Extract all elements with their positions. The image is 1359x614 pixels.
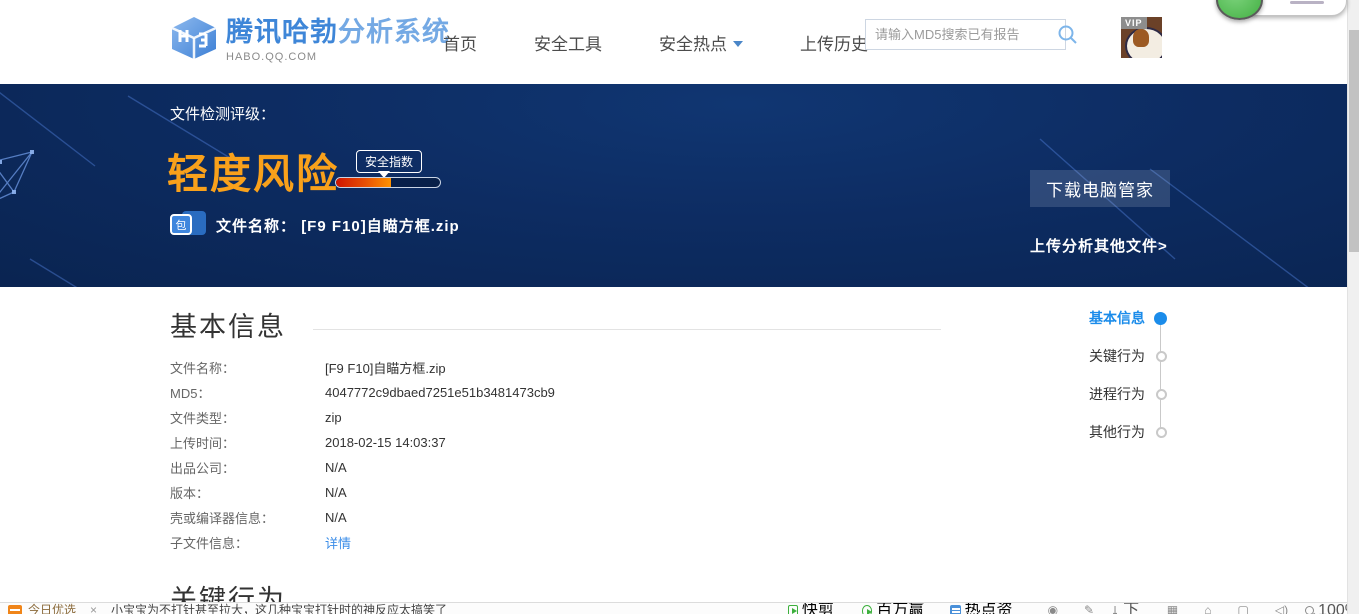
site-domain: HABO.QQ.COM <box>226 51 318 63</box>
browser-bottom-bar: 今日优选 × 小宝宝为不打针甚至拉大，这几种宝宝打针时的神反应太搞笑了 快剪报 … <box>0 602 1359 614</box>
basic-info-title: 基本信息 <box>170 312 286 342</box>
user-avatar[interactable]: VIP <box>1121 17 1162 58</box>
windows-grid-icon[interactable]: ▦ <box>1167 603 1178 614</box>
sidebar-toggle-icon[interactable]: ▢ <box>1238 603 1249 614</box>
site-title: 腾讯哈勃分析系统 <box>226 17 450 47</box>
hero-file-row: 包 文件名称： [F9 F10]自瞄方框.zip <box>170 211 460 239</box>
upload-other-file-link[interactable]: 上传分析其他文件> <box>1030 235 1168 256</box>
zip-file-icon: 包 <box>170 211 206 239</box>
file-name-value: [F9 F10]自瞄方框.zip <box>301 217 460 235</box>
magnifier-icon <box>1305 606 1315 614</box>
scrollbar-thumb[interactable] <box>1349 30 1359 252</box>
md5-search-input[interactable] <box>866 27 1055 42</box>
report-hero: 文件检测评级： 轻度风险 安全指数 包 文件名称： [F9 F10]自瞄方框.z… <box>0 84 1347 287</box>
table-row: 文件名称： [F9 F10]自瞄方框.zip <box>170 361 446 376</box>
section-side-nav: 基本信息 关键行为 进程行为 其他行为 <box>1075 299 1167 451</box>
browser-toolbar: 快剪报 百万赢家 热点资讯 ◉ ✎ ↓下载 ▦ ⌂ ▢ ◁) 100% <box>788 603 1359 614</box>
table-row: MD5： 4047772c9dbaed7251e51b3481473cb9 <box>170 385 555 401</box>
table-row: 出品公司： N/A <box>170 460 347 476</box>
subfile-detail-link[interactable]: 详情 <box>325 533 351 552</box>
logo-text: 腾讯哈勃分析系统 HABO.QQ.COM <box>226 16 450 63</box>
table-row: 文件类型： zip <box>170 410 342 426</box>
home-icon[interactable]: ⌂ <box>1204 603 1211 614</box>
risk-rating-value: 轻度风险 <box>167 151 339 197</box>
basic-info-table: 文件名称： [F9 F10]自瞄方框.zip MD5： 4047772c9dbaed… <box>170 355 555 555</box>
extension-icon[interactable]: ◉ <box>1048 603 1058 614</box>
file-name-label: 文件名称： <box>216 217 297 235</box>
nav-item-home[interactable]: 首页 <box>443 30 477 55</box>
table-row: 上传时间： 2018-02-15 14:03:37 <box>170 435 446 451</box>
security-bar-fill <box>336 178 392 187</box>
table-row: 版本： N/A <box>170 485 347 501</box>
page: 腾讯哈勃分析系统 HABO.QQ.COM 首页 安全工具 安全热点 上传历史 V… <box>0 0 1359 614</box>
section-divider <box>313 329 941 330</box>
download-pc-manager-button[interactable]: 下载电脑管家 <box>1030 170 1170 207</box>
chevron-down-icon <box>733 40 743 47</box>
quick-clip-icon <box>788 605 798 614</box>
main-nav: 首页 安全工具 安全热点 上传历史 <box>443 0 868 84</box>
vip-badge: VIP <box>1121 17 1147 29</box>
security-index-bar <box>335 177 441 188</box>
site-header: 腾讯哈勃分析系统 HABO.QQ.COM 首页 安全工具 安全热点 上传历史 V… <box>0 0 1347 84</box>
side-nav-dot <box>1156 426 1167 438</box>
download-arrow-icon: ↓ <box>1111 602 1120 614</box>
millionaire-shortcut[interactable]: 百万赢家 <box>861 603 933 614</box>
report-body: 基本信息 文件名称： [F9 F10]自瞄方框.zip MD5： 4047772c9… <box>0 287 1347 614</box>
side-nav-dot <box>1156 388 1167 400</box>
side-nav-dot <box>1154 311 1167 325</box>
close-icon[interactable]: × <box>90 603 97 614</box>
security-index-tooltip: 安全指数 <box>356 150 423 173</box>
hot-news-icon <box>950 605 961 614</box>
table-row: 壳或编译器信息： N/A <box>170 510 347 526</box>
nav-item-security-hotspots[interactable]: 安全热点 <box>659 30 743 55</box>
pen-icon[interactable]: ✎ <box>1084 603 1094 614</box>
quick-clip-shortcut[interactable]: 快剪报 <box>788 603 844 614</box>
millionaire-icon <box>861 605 873 614</box>
avatar-photo-detail <box>1133 29 1149 47</box>
scrollbar-track[interactable] <box>1347 0 1359 614</box>
nav-item-upload-history[interactable]: 上传历史 <box>800 30 868 55</box>
nav-item-security-tools[interactable]: 安全工具 <box>534 30 602 55</box>
floating-widget-caption <box>1290 1 1324 4</box>
site-logo[interactable]: 腾讯哈勃分析系统 HABO.QQ.COM <box>170 16 450 63</box>
md5-search-box <box>865 19 1077 50</box>
hot-news-shortcut[interactable]: 热点资讯 <box>950 603 1021 614</box>
daily-picks-label[interactable]: 今日优选 <box>28 603 76 614</box>
side-nav-item-basic-info[interactable]: 基本信息 <box>1075 299 1167 337</box>
habo-cube-icon <box>171 17 217 59</box>
volume-icon[interactable]: ◁) <box>1275 603 1288 614</box>
side-nav-item-key-behavior[interactable]: 关键行为 <box>1075 337 1167 375</box>
side-nav-item-process-behavior[interactable]: 进程行为 <box>1075 375 1167 413</box>
download-manager-button[interactable]: ↓下载 <box>1111 603 1150 614</box>
search-icon[interactable] <box>1055 22 1081 48</box>
side-nav-item-other-behavior[interactable]: 其他行为 <box>1075 413 1167 451</box>
side-nav-dot <box>1156 350 1167 362</box>
rating-label: 文件检测评级： <box>170 106 276 123</box>
table-row: 子文件信息： 详情 <box>170 530 555 555</box>
news-headline-link[interactable]: 小宝宝为不打针甚至拉大，这几种宝宝打针时的神反应太搞笑了 <box>111 603 447 614</box>
daily-picks-icon <box>8 605 22 614</box>
